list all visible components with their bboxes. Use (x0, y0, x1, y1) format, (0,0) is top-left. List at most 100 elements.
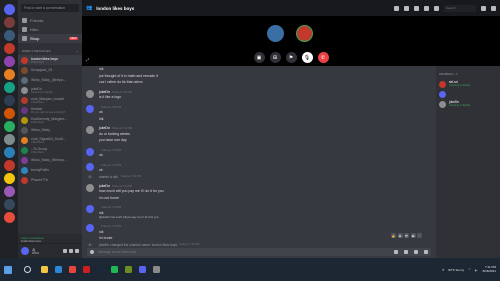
clock[interactable]: 7:11 PM 8/18/2021 (483, 265, 496, 274)
server-icon[interactable] (3, 108, 15, 119)
nav-item-shop[interactable]: Shop NEW (18, 34, 82, 43)
member-list-icon[interactable] (434, 5, 439, 11)
avatar[interactable] (86, 183, 94, 192)
activities-button[interactable]: ⚑ (285, 52, 297, 63)
steam-icon[interactable] (97, 266, 104, 273)
search-input[interactable]: Search (444, 4, 476, 12)
dm-list-item[interactable]: london likes boys 3 Members (18, 55, 82, 65)
voice-channel-label[interactable]: london likes boys (21, 240, 79, 243)
avatar[interactable] (86, 89, 94, 98)
server-icon[interactable] (3, 17, 15, 28)
avatar[interactable] (86, 104, 94, 113)
server-icon[interactable] (3, 212, 15, 223)
call-participant-avatar[interactable] (296, 25, 313, 42)
server-icon[interactable] (3, 30, 15, 41)
taskbar-search-icon[interactable] (24, 266, 31, 273)
server-icon[interactable] (3, 95, 15, 106)
dm-list-item[interactable]: Wiwo_Nicky (18, 125, 82, 135)
dm-list-item[interactable]: Phazer77b (18, 175, 82, 185)
pinned-messages-icon[interactable] (414, 5, 419, 11)
member-list-item[interactable] (439, 89, 497, 99)
message-input[interactable]: Message london likes boys (98, 250, 394, 254)
mute-mic-button[interactable]: 🎙 (301, 52, 313, 63)
reaction-button[interactable]: ➕ (417, 233, 422, 238)
avatar[interactable] (86, 224, 94, 232)
member-list-item[interactable]: sirLsd Listening to Spotify (439, 79, 497, 89)
dm-list-item[interactable]: jokeDn Listening to Spotify (18, 85, 82, 95)
member-list-item[interactable]: jokeDn Listening to Spotify (439, 99, 497, 109)
add-dm-icon[interactable]: + (76, 49, 78, 53)
message-author[interactable]: jokeDn (99, 126, 110, 130)
reaction-button[interactable]: 👍 (391, 233, 396, 238)
volume-icon[interactable]: 🔈 (475, 268, 479, 272)
expand-call-icon[interactable]: ⤢ (86, 57, 89, 62)
mute-icon[interactable] (63, 249, 67, 253)
server-icon[interactable] (3, 199, 15, 210)
nav-item-nitro[interactable]: Nitro (18, 25, 82, 34)
dm-list-item[interactable]: Wiwo_Nicky_@nhpo... (18, 75, 82, 85)
server-icon[interactable] (3, 147, 15, 158)
opera-icon[interactable] (83, 266, 90, 273)
start-voice-call-icon[interactable] (394, 5, 399, 11)
message-author[interactable]: jokeDn (99, 90, 110, 94)
dm-list-item[interactable]: Kooblemoty_Margare... 3 Members (18, 115, 82, 125)
server-icon[interactable] (3, 160, 15, 171)
gift-icon[interactable] (394, 250, 398, 254)
server-icon[interactable] (3, 121, 15, 132)
server-icon[interactable] (3, 69, 15, 80)
help-icon[interactable] (491, 5, 496, 11)
reply-preview[interactable]: @jokeDn how much will you pay me if i do… (82, 216, 436, 220)
dm-list-item[interactable]: Scrapjack_03 (18, 65, 82, 75)
channel-title[interactable]: london likes boys (96, 6, 134, 11)
reaction-button[interactable]: 😳 (404, 233, 409, 238)
server-icon[interactable] (3, 82, 15, 93)
camera-toggle-button[interactable]: ▣ (253, 52, 265, 63)
nav-item-friends[interactable]: Friends (18, 16, 82, 25)
deafen-icon[interactable] (69, 249, 73, 253)
emoji-icon[interactable] (424, 250, 428, 254)
upload-plus-icon[interactable] (90, 250, 94, 254)
dm-list-item[interactable]: Kredoe Do you want to say anything? (18, 105, 82, 115)
dm-list-item[interactable]: Wiwo_Nicky_Winhop... (18, 155, 82, 165)
hang-up-button[interactable]: ✆ (317, 52, 329, 63)
explorer-icon[interactable] (41, 266, 48, 273)
screen-share-button[interactable]: ⊞ (269, 52, 281, 63)
network-icon[interactable]: ⌔ (468, 267, 471, 272)
server-icon[interactable] (3, 186, 15, 197)
photos-icon[interactable] (153, 266, 160, 273)
avatar[interactable] (86, 126, 94, 134)
dm-list-item[interactable]: cool_Signal04_Kooll... 3 Members (18, 135, 82, 145)
dm-list-item[interactable]: cool_Marqaro_lcaddr 3 Members (18, 95, 82, 105)
start-menu-icon[interactable] (4, 265, 12, 274)
server-icon[interactable] (3, 134, 15, 145)
reaction-button[interactable]: 😂 (410, 233, 416, 238)
message-author[interactable]: jokeDn (99, 184, 110, 188)
spotify-icon[interactable] (111, 266, 118, 273)
home-icon[interactable] (3, 4, 15, 15)
avatar[interactable] (86, 205, 94, 213)
gif-icon[interactable] (404, 250, 408, 254)
inbox-icon[interactable] (481, 5, 486, 11)
avatar[interactable] (21, 247, 29, 255)
chrome-icon[interactable] (69, 266, 76, 273)
find-conversation-input[interactable]: Find or start a conversation (21, 4, 79, 12)
discord-icon[interactable] (139, 266, 146, 273)
server-icon[interactable] (3, 56, 15, 67)
weather-label[interactable]: 82°F Sunny (448, 268, 464, 272)
server-icon[interactable] (3, 43, 15, 54)
sticker-icon[interactable] (414, 250, 418, 254)
reaction-button[interactable]: 😆 (397, 233, 403, 238)
minecraft-icon[interactable] (125, 266, 132, 273)
edge-icon[interactable] (55, 266, 62, 273)
dm-list-item[interactable]: bnndyFallin (18, 165, 82, 175)
avatar[interactable] (86, 147, 94, 156)
start-video-call-icon[interactable] (404, 5, 409, 11)
settings-gear-icon[interactable] (75, 249, 79, 253)
dm-list-item[interactable]: ..7s Group 3 Members (18, 145, 82, 155)
avatar[interactable] (86, 162, 94, 171)
add-friends-icon[interactable] (424, 5, 429, 11)
avatar (21, 86, 28, 94)
server-icon[interactable] (3, 173, 15, 184)
call-participant-avatar[interactable] (267, 25, 284, 42)
weather-icon[interactable]: ☀ (442, 268, 445, 272)
